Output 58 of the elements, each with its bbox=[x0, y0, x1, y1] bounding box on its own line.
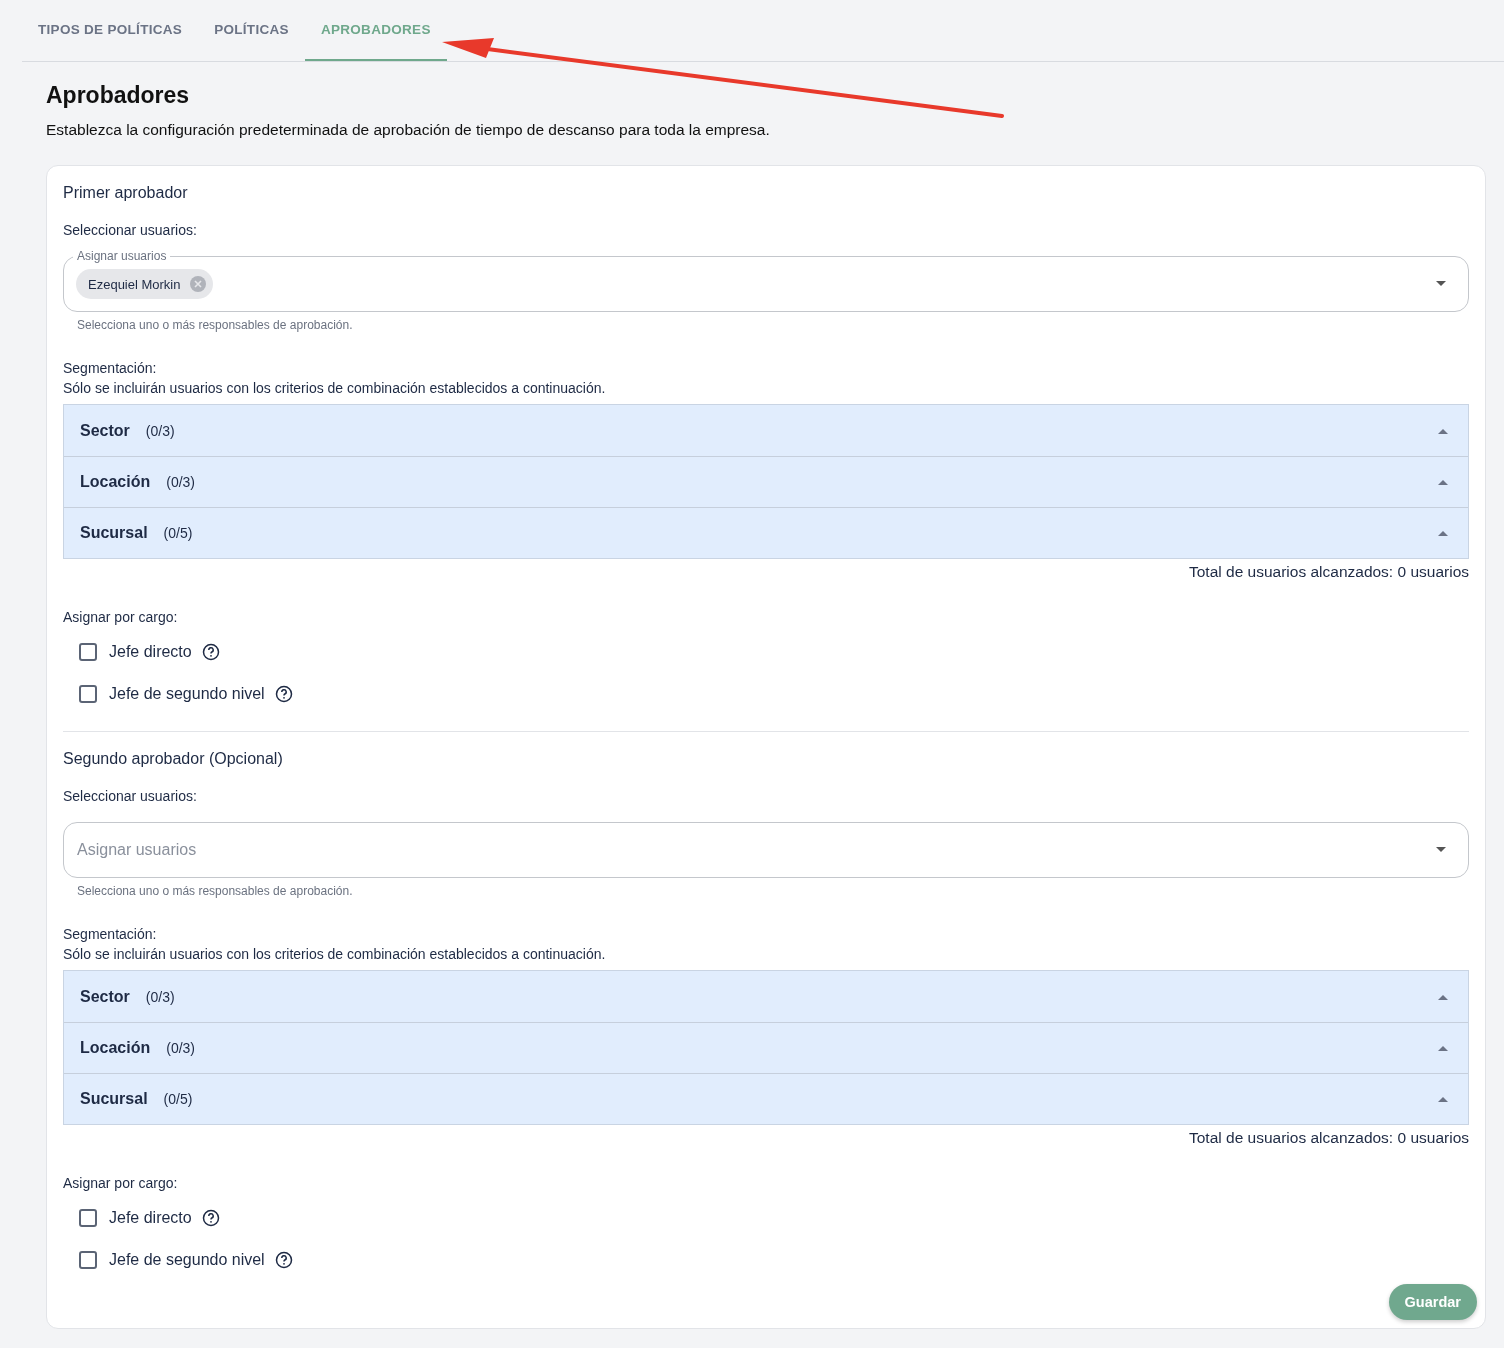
page-title: Aprobadores bbox=[46, 82, 191, 109]
group-name: Sector bbox=[80, 421, 130, 440]
user-chip[interactable]: Ezequiel Morkin bbox=[76, 269, 213, 299]
help-icon[interactable] bbox=[201, 1209, 220, 1227]
segmentation-label: Segmentación: bbox=[63, 926, 158, 942]
helper-text: Selecciona uno o más responsables de aprobación. bbox=[77, 318, 354, 332]
group-count: (0/3) bbox=[145, 988, 175, 1005]
users-total: Total de usuarios alcanzados: 0 usuarios bbox=[1187, 1129, 1469, 1147]
section-title: Primer aprobador bbox=[63, 184, 189, 202]
caret-up-icon[interactable] bbox=[1438, 427, 1448, 434]
checkbox-label[interactable]: Jefe directo bbox=[109, 1209, 192, 1227]
group-name: Sucursal bbox=[80, 524, 148, 542]
caret-up-icon[interactable] bbox=[1438, 1096, 1448, 1102]
group-count: (0/3) bbox=[166, 1040, 196, 1056]
group-name: Locación bbox=[80, 1039, 151, 1057]
tab[interactable]: TIPOS DE POLÍTICAS bbox=[22, 0, 199, 61]
help-icon[interactable] bbox=[274, 1251, 293, 1269]
caret-up-icon[interactable] bbox=[1438, 993, 1448, 1000]
checkbox[interactable] bbox=[79, 643, 97, 661]
segmentation-note: Sólo se incluirán usuarios con los criterios de combinación establecidos a continuación. bbox=[63, 380, 607, 396]
accordion-header[interactable]: Sucursal (0/5) bbox=[64, 1073, 1468, 1124]
group-name: Sector bbox=[80, 987, 130, 1006]
floating-label: Asignar usuarios bbox=[73, 248, 171, 264]
help-icon[interactable] bbox=[274, 685, 293, 703]
field-label: Seleccionar usuarios: bbox=[63, 788, 198, 804]
helper-text: Selecciona uno o más responsables de aprobación. bbox=[77, 884, 354, 898]
group-count: (0/3) bbox=[166, 474, 196, 490]
role-label: Asignar por cargo: bbox=[63, 1175, 179, 1191]
dropdown-caret-icon[interactable] bbox=[1436, 847, 1446, 853]
checkbox[interactable] bbox=[79, 1209, 97, 1227]
accordion-header[interactable]: Sector (0/3) bbox=[64, 405, 1468, 456]
group-count: (0/5) bbox=[163, 1091, 193, 1107]
checkbox[interactable] bbox=[79, 1251, 97, 1269]
field-label: Seleccionar usuarios: bbox=[63, 222, 198, 238]
accordion-header[interactable]: Sector (0/3) bbox=[64, 971, 1468, 1022]
checkbox-label[interactable]: Jefe directo bbox=[109, 643, 192, 661]
group-name: Locación bbox=[80, 473, 151, 491]
caret-up-icon[interactable] bbox=[1438, 1045, 1448, 1051]
group-count: (0/5) bbox=[163, 525, 193, 541]
role-label: Asignar por cargo: bbox=[63, 609, 179, 625]
checkbox-label[interactable]: Jefe de segundo nivel bbox=[109, 1251, 265, 1269]
page-description: Establezca la configuración predeterminada de aprobación de tiempo de descanso para toda la empresa. bbox=[46, 121, 771, 139]
group-count: (0/3) bbox=[145, 422, 175, 439]
accordion-header[interactable]: Locación (0/3) bbox=[64, 1022, 1468, 1073]
users-total: Total de usuarios alcanzados: 0 usuarios bbox=[1187, 563, 1469, 581]
dropdown-caret-icon[interactable] bbox=[1436, 281, 1446, 287]
caret-up-icon[interactable] bbox=[1438, 530, 1448, 536]
tab[interactable]: POLÍTICAS bbox=[198, 0, 305, 61]
segmentation-label: Segmentación: bbox=[63, 360, 158, 376]
checkbox[interactable] bbox=[79, 685, 97, 703]
caret-up-icon[interactable] bbox=[1438, 479, 1448, 485]
help-icon[interactable] bbox=[201, 643, 220, 661]
section-title: Segundo aprobador (Opcional) bbox=[63, 750, 284, 768]
accordion-header[interactable]: Sucursal (0/5) bbox=[64, 507, 1468, 558]
segmentation-note: Sólo se incluirán usuarios con los criterios de combinación establecidos a continuación. bbox=[63, 946, 607, 962]
checkbox-label[interactable]: Jefe de segundo nivel bbox=[109, 685, 265, 703]
group-name: Sucursal bbox=[80, 1090, 148, 1108]
accordion-header[interactable]: Locación (0/3) bbox=[64, 456, 1468, 507]
